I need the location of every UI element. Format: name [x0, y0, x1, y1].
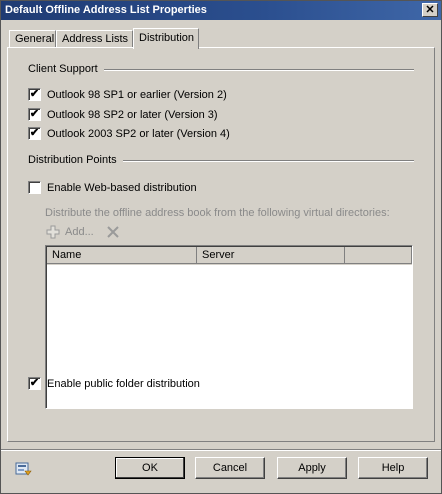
- add-label: Add...: [65, 226, 94, 238]
- option-version-3[interactable]: ✔ Outlook 98 SP2 or later (Version 3): [28, 108, 218, 121]
- title-bar: Default Offline Address List Properties …: [1, 1, 441, 20]
- version-3-label: Outlook 98 SP2 or later (Version 3): [47, 108, 218, 121]
- properties-dialog: Default Offline Address List Properties …: [0, 0, 442, 494]
- version-2-label: Outlook 98 SP1 or earlier (Version 2): [47, 88, 227, 101]
- ok-button[interactable]: OK: [115, 457, 185, 479]
- version-3-checkbox[interactable]: ✔: [28, 108, 41, 121]
- address-book-icon: [15, 462, 32, 476]
- option-version-4[interactable]: ✔ Outlook 2003 SP2 or later (Version 4): [28, 127, 230, 140]
- distribution-panel: Client Support ✔ Outlook 98 SP1 or earli…: [7, 47, 435, 442]
- distribution-points-label: Distribution Points: [28, 154, 123, 166]
- public-folder-checkbox[interactable]: ✔: [28, 377, 41, 390]
- cancel-button[interactable]: Cancel: [195, 457, 265, 479]
- option-version-2[interactable]: ✔ Outlook 98 SP1 or earlier (Version 2): [28, 88, 227, 101]
- web-distribution-checkbox[interactable]: [28, 181, 41, 194]
- option-public-folder[interactable]: ✔ Enable public folder distribution: [28, 377, 200, 390]
- client-support-label: Client Support: [28, 63, 104, 75]
- list-header: Name Server: [47, 247, 412, 265]
- remove-icon[interactable]: [106, 225, 120, 239]
- version-2-checkbox[interactable]: ✔: [28, 88, 41, 101]
- add-button[interactable]: Add...: [45, 224, 120, 240]
- option-web-distribution[interactable]: Enable Web-based distribution: [28, 181, 197, 194]
- column-name[interactable]: Name: [47, 247, 197, 264]
- add-icon: [46, 225, 60, 239]
- help-button[interactable]: Help: [358, 457, 428, 479]
- version-4-label: Outlook 2003 SP2 or later (Version 4): [47, 127, 230, 140]
- footer-divider: [1, 449, 441, 451]
- tab-general[interactable]: General: [9, 30, 56, 48]
- version-4-checkbox[interactable]: ✔: [28, 127, 41, 140]
- column-server[interactable]: Server: [197, 247, 345, 264]
- virtual-dirs-label: Distribute the offline address book from…: [45, 207, 390, 219]
- column-spacer: [345, 247, 412, 264]
- tab-distribution[interactable]: Distribution: [133, 28, 199, 49]
- web-distribution-label: Enable Web-based distribution: [47, 181, 197, 194]
- window-title: Default Offline Address List Properties: [5, 4, 207, 16]
- public-folder-label: Enable public folder distribution: [47, 377, 200, 390]
- apply-button[interactable]: Apply: [277, 457, 347, 479]
- tab-address-lists[interactable]: Address Lists: [56, 30, 133, 48]
- close-icon[interactable]: ✕: [422, 3, 438, 17]
